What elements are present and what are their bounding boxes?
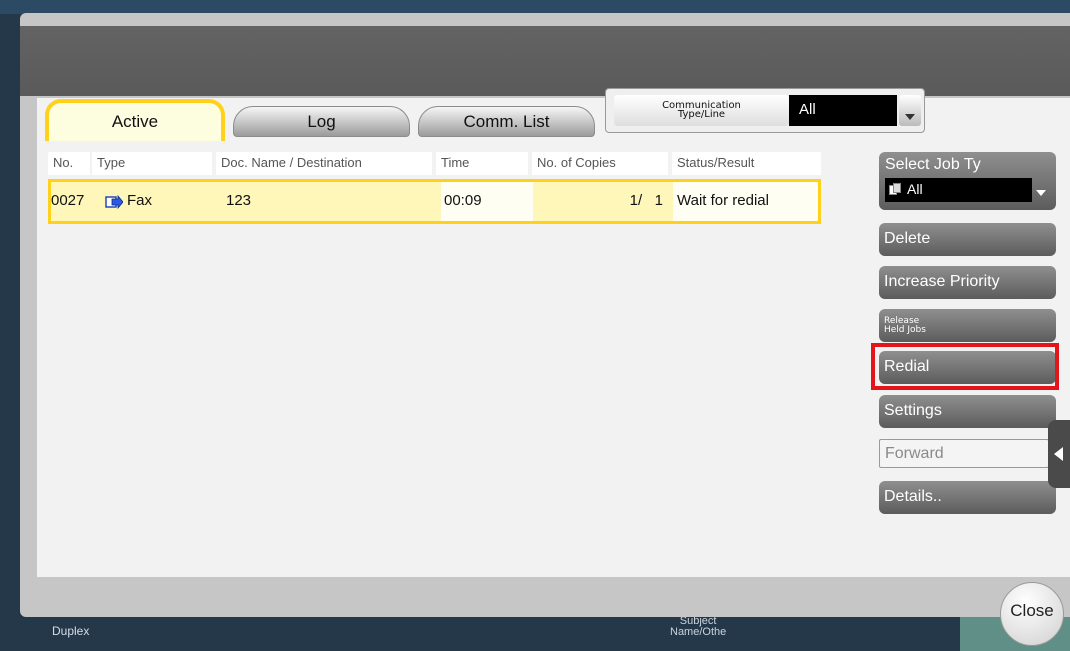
table-row[interactable]: 0027 Fax 123 00:09 1/ 1 Wait for redial [48, 179, 821, 224]
chevron-down-icon [1036, 190, 1046, 196]
tab-log[interactable]: Log [233, 106, 410, 137]
job-type: Fax [127, 192, 153, 209]
select-job-type[interactable]: Select Job Ty All [879, 152, 1056, 210]
close-button[interactable]: Close [1000, 582, 1064, 646]
settings-button[interactable]: Settings [879, 395, 1056, 428]
comm-type-line-select[interactable]: Communication Type/Line All [605, 88, 925, 133]
job-destination: 123 [226, 192, 252, 209]
comm-type-line-label: Communication Type/Line [614, 95, 789, 126]
delete-button[interactable]: Delete [879, 223, 1056, 256]
column-header-time: Time [436, 152, 528, 175]
subject-label: Subject Name/Othe [670, 615, 727, 638]
column-header-status: Status/Result [672, 152, 821, 175]
comm-type-line-value: All [789, 95, 897, 126]
column-header-destination: Doc. Name / Destination [216, 152, 432, 175]
forward-button[interactable]: Forward [879, 439, 1049, 468]
tab-comm-list[interactable]: Comm. List [418, 106, 595, 137]
job-copies: 1/ 1 [629, 192, 663, 209]
column-header-type: Type [92, 152, 212, 175]
background-strip [0, 0, 1070, 14]
copy-pages-icon [889, 183, 901, 195]
column-header-no: No. [48, 152, 90, 175]
increase-priority-button[interactable]: Increase Priority [879, 266, 1056, 299]
duplex-label: Duplex [52, 624, 90, 638]
tab-active[interactable]: Active [45, 99, 225, 141]
column-header-copies: No. of Copies [532, 152, 668, 175]
side-panel-toggle[interactable] [1048, 420, 1070, 488]
details-button[interactable]: Details.. [879, 481, 1056, 514]
fax-send-icon [105, 195, 123, 209]
job-number: 0027 [51, 192, 85, 209]
job-time: 00:09 [441, 182, 533, 221]
release-held-jobs-button[interactable]: Release Held Jobs [879, 309, 1056, 342]
chevron-down-icon[interactable] [899, 95, 921, 126]
select-job-type-value: All [885, 178, 1032, 202]
job-status: Wait for redial [673, 182, 818, 221]
select-job-type-label: Select Job Ty [885, 156, 981, 173]
dialog-header-bar [20, 26, 1070, 96]
redial-highlight-frame [871, 343, 1059, 390]
